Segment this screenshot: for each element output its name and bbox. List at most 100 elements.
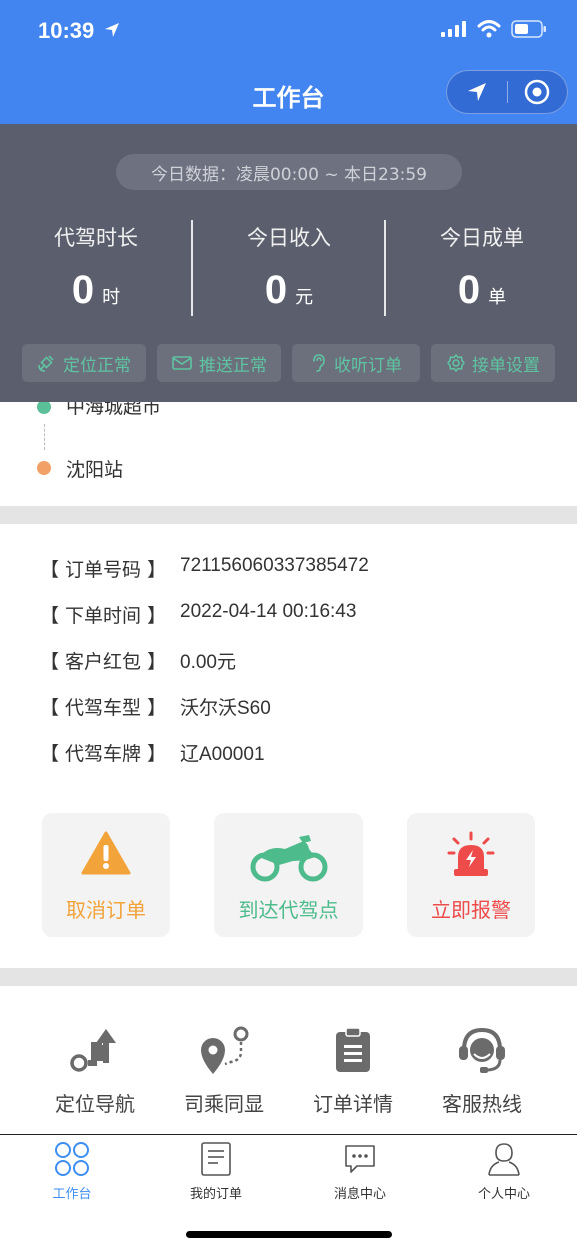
wifi-icon	[477, 20, 501, 38]
bottom-tab-bar: 工作台 我的订单 消息中心 个人中心	[0, 1134, 577, 1249]
headset-icon	[459, 1027, 505, 1073]
cancel-order-button[interactable]: 取消订单	[42, 813, 170, 937]
tab-my-orders[interactable]: 我的订单	[144, 1141, 288, 1202]
status-time-text: 10:39	[38, 18, 95, 43]
stat-orders: 今日成单 0单	[386, 222, 577, 313]
stat-value: 0单	[386, 268, 577, 313]
info-value: 721156060337385472	[180, 555, 369, 576]
section-divider	[0, 506, 577, 524]
ear-icon	[313, 354, 325, 372]
action-icon-wrap	[214, 831, 363, 883]
tools-section: 定位导航 司乘同显 订单详情 客服热线	[0, 986, 577, 1134]
tool-navigation[interactable]: 定位导航	[30, 1022, 160, 1117]
route-start: 中海城超市	[66, 402, 162, 418]
chip-push-status[interactable]: 推送正常	[157, 344, 281, 382]
red-packet-row: 【 客户红包 】 0.00元	[40, 647, 236, 674]
stat-number: 0	[71, 268, 95, 312]
info-key: 【 下单时间 】	[40, 605, 167, 627]
tab-label: 消息中心	[333, 1187, 386, 1202]
route-connector	[44, 424, 45, 450]
action-label: 取消订单	[66, 898, 146, 922]
action-icon-wrap	[42, 831, 170, 875]
order-time-row: 【 下单时间 】 2022-04-14 00:16:43	[40, 601, 356, 628]
status-icons	[441, 20, 547, 38]
tab-label: 工作台	[52, 1187, 92, 1202]
tab-label: 我的订单	[189, 1187, 242, 1202]
stat-label: 代驾时长	[54, 226, 138, 250]
target-icon	[524, 79, 550, 105]
chip-label: 定位正常	[63, 355, 131, 376]
end-point-dot	[37, 461, 51, 475]
route-section: 中海城超市 沈阳站	[0, 402, 577, 506]
stat-value: 0时	[0, 268, 192, 313]
stat-unit: 元	[295, 287, 314, 307]
document-icon	[201, 1142, 231, 1176]
tab-icon-wrap	[0, 1141, 144, 1177]
tool-shared-view[interactable]: 司乘同显	[159, 1022, 289, 1117]
status-time: 10:39	[38, 18, 121, 44]
action-label: 立即报警	[431, 898, 511, 922]
action-label: 到达代驾点	[238, 898, 339, 922]
info-key: 【 订单号码 】	[40, 559, 167, 581]
info-value: 2022-04-14 00:16:43	[180, 601, 357, 622]
grid-circles-icon	[55, 1142, 89, 1176]
action-icon-wrap	[407, 831, 535, 879]
chip-location-status[interactable]: 定位正常	[22, 344, 146, 382]
tool-service-hotline[interactable]: 客服热线	[417, 1022, 547, 1117]
home-indicator	[186, 1231, 392, 1238]
chat-bubble-icon	[345, 1145, 375, 1173]
stat-value: 0元	[193, 268, 385, 313]
tool-label: 司乘同显	[184, 1092, 264, 1116]
signal-icon	[441, 21, 466, 37]
arrive-pickup-button[interactable]: 到达代驾点	[214, 813, 363, 937]
tool-icon-wrap	[30, 1022, 160, 1078]
chip-label: 推送正常	[199, 355, 267, 376]
tool-label: 订单详情	[313, 1092, 393, 1116]
tab-profile[interactable]: 个人中心	[432, 1141, 576, 1202]
route-pin-icon	[201, 1026, 249, 1074]
stat-number: 0	[264, 268, 288, 312]
info-value: 0.00元	[180, 652, 236, 673]
car-model-row: 【 代驾车型 】沃尔沃S60	[40, 693, 271, 720]
tab-workbench[interactable]: 工作台	[0, 1141, 144, 1202]
status-bar: 10:39	[0, 0, 577, 62]
stat-unit: 单	[488, 287, 507, 307]
stat-label: 今日成单	[440, 226, 524, 250]
chip-order-settings[interactable]: 接单设置	[431, 344, 555, 382]
navigation-arrow-icon	[467, 83, 486, 101]
info-value: 沃尔沃S60	[180, 698, 271, 719]
tab-icon-wrap	[288, 1141, 432, 1177]
warning-icon	[81, 831, 131, 875]
stat-duration: 代驾时长 0时	[0, 222, 192, 313]
stat-unit: 时	[102, 287, 121, 307]
battery-icon	[511, 20, 546, 38]
date-range-pill: 今日数据：凌晨00:00 ~ 本日23:59	[116, 154, 462, 190]
chip-listen-orders[interactable]: 收听订单	[292, 344, 420, 382]
info-value: 辽A00001	[180, 744, 265, 765]
call-police-button[interactable]: 立即报警	[407, 813, 535, 937]
tool-order-details[interactable]: 订单详情	[288, 1022, 418, 1117]
car-plate-row: 【 代驾车牌 】辽A00001	[40, 739, 265, 766]
turn-arrow-icon	[70, 1029, 116, 1072]
tab-label: 个人中心	[477, 1187, 530, 1202]
tab-icon-wrap	[432, 1141, 576, 1177]
section-divider	[0, 968, 577, 986]
info-key: 【 代驾车型 】	[40, 697, 167, 719]
clipboard-icon	[336, 1027, 370, 1072]
close-target-button[interactable]	[507, 71, 567, 113]
location-button[interactable]	[447, 71, 507, 113]
chip-label: 接单设置	[472, 355, 540, 376]
gear-icon	[447, 354, 465, 372]
info-key: 【 代驾车牌 】	[40, 743, 167, 765]
today-summary-panel: 今日数据：凌晨00:00 ~ 本日23:59 代驾时长 0时 今日收入 0元 今…	[0, 124, 577, 402]
app-header: 10:39 工作台	[0, 0, 577, 124]
stat-income: 今日收入 0元	[193, 222, 385, 313]
satellite-icon	[38, 355, 54, 372]
tool-label: 客服热线	[442, 1092, 522, 1116]
route-end: 沈阳站	[66, 459, 124, 481]
tool-icon-wrap	[288, 1022, 418, 1078]
tool-icon-wrap	[159, 1022, 289, 1078]
tab-messages[interactable]: 消息中心	[288, 1141, 432, 1202]
stat-label: 今日收入	[247, 226, 331, 250]
tab-icon-wrap	[144, 1141, 288, 1177]
